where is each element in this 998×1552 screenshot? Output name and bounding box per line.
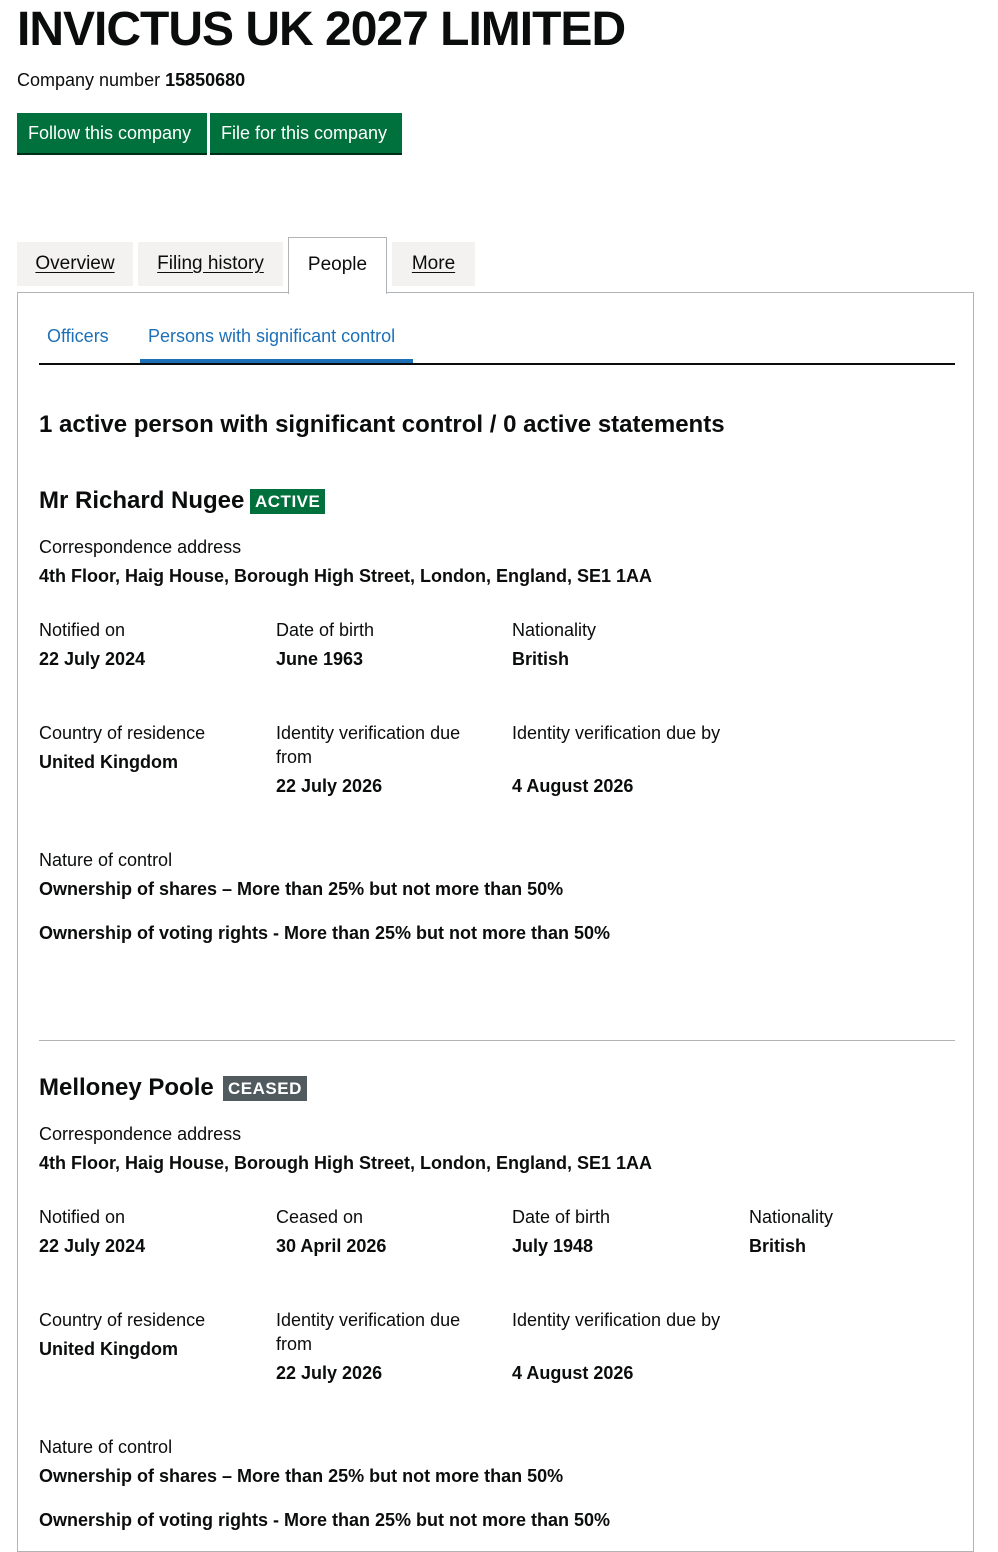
dob-label: Date of birth: [512, 1207, 611, 1227]
notified-value: 22 July 2024: [39, 649, 146, 669]
nature-of-control-label: Nature of control: [39, 1437, 173, 1457]
person-name: Mr Richard Nugee: [39, 487, 245, 514]
tab-filing-history[interactable]: Filing history: [138, 242, 283, 286]
company-number: 15850680: [165, 70, 246, 90]
nature-of-control-label: Nature of control: [39, 850, 173, 870]
subnav-officers[interactable]: Officers: [47, 322, 109, 350]
company-number-label: Company number: [17, 70, 161, 90]
address-label: Correspondence address: [39, 1124, 242, 1144]
nationality-value: British: [512, 649, 570, 669]
dob-value: July 1948: [512, 1236, 594, 1256]
residence-value: United Kingdom: [39, 752, 178, 772]
residence-value: United Kingdom: [39, 1339, 178, 1359]
subnav-divider: [39, 363, 955, 365]
tab-people[interactable]: People: [288, 237, 387, 294]
address-value: 4th Floor, Haig House, Borough High Stre…: [39, 1153, 653, 1173]
tab-more[interactable]: More: [392, 242, 475, 286]
company-name: INVICTUS UK 2027 LIMITED: [17, 3, 626, 56]
nationality-value: British: [749, 1236, 807, 1256]
nature-of-control-item: Ownership of shares – More than 25% but …: [39, 879, 564, 899]
subnav-persons-with-significant-control[interactable]: Persons with significant control: [148, 322, 395, 350]
tab-overview[interactable]: Overview: [17, 242, 133, 286]
status-badge: CEASED: [223, 1076, 307, 1101]
file-for-company-button[interactable]: File for this company: [210, 113, 402, 153]
nature-of-control-item: Ownership of voting rights - More than 2…: [39, 1510, 611, 1530]
nationality-label: Nationality: [512, 620, 597, 640]
dob-value: June 1963: [276, 649, 364, 669]
nationality-label: Nationality: [749, 1207, 834, 1227]
section-divider: [39, 1040, 955, 1041]
residence-label: Country of residence: [39, 723, 206, 743]
ceased-label: Ceased on: [276, 1207, 364, 1227]
idv-due-by-value: 4 August 2026: [512, 776, 634, 796]
follow-company-button[interactable]: Follow this company: [17, 113, 207, 153]
nature-of-control-item: Ownership of shares – More than 25% but …: [39, 1466, 564, 1486]
company-number-row: Company number 15850680: [17, 68, 245, 92]
idv-due-from-label: Identity verification due from: [276, 1310, 461, 1354]
residence-label: Country of residence: [39, 1310, 206, 1330]
address-label: Correspondence address: [39, 537, 242, 557]
nature-of-control-item: Ownership of voting rights - More than 2…: [39, 923, 611, 943]
ceased-value: 30 April 2026: [276, 1236, 387, 1256]
psc-summary-heading: 1 active person with significant control…: [39, 411, 725, 438]
idv-due-from-value: 22 July 2026: [276, 1363, 383, 1383]
notified-value: 22 July 2024: [39, 1236, 146, 1256]
idv-due-by-label: Identity verification due by: [512, 1310, 721, 1330]
status-badge: ACTIVE: [250, 489, 326, 514]
idv-due-by-label: Identity verification due by: [512, 723, 721, 743]
notified-label: Notified on: [39, 1207, 126, 1227]
person-name: Melloney Poole: [39, 1074, 214, 1101]
idv-due-by-value: 4 August 2026: [512, 1363, 634, 1383]
dob-label: Date of birth: [276, 620, 375, 640]
notified-label: Notified on: [39, 620, 126, 640]
idv-due-from-label: Identity verification due from: [276, 723, 461, 767]
idv-due-from-value: 22 July 2026: [276, 776, 383, 796]
address-value: 4th Floor, Haig House, Borough High Stre…: [39, 566, 653, 586]
